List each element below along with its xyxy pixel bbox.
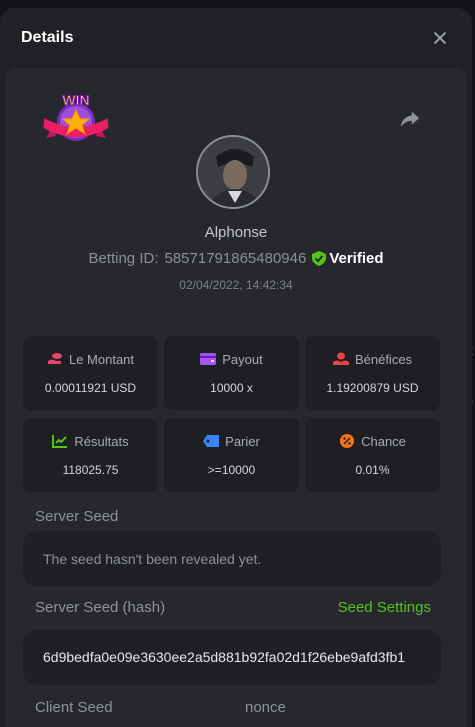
stat-card-payout: Payout 10000 x: [164, 336, 299, 410]
stat-label: Chance: [361, 433, 406, 449]
stat-label: Le Montant: [68, 351, 135, 367]
stat-value: 118025.75: [62, 462, 119, 477]
coins-hand-icon: [47, 353, 62, 364]
ticket-icon: [203, 435, 220, 447]
bet-details-panel: WIN Alphonse Betting ID: 585717918654809…: [5, 68, 467, 727]
stat-card-bet: Parier >=10000: [164, 418, 299, 492]
stat-head: Bénéfices: [332, 351, 413, 367]
server-seed-hash-label: Server Seed (hash): [35, 599, 166, 616]
stat-label: Payout: [222, 351, 263, 367]
stat-label: Résultats: [74, 433, 129, 449]
stat-head: Chance: [339, 434, 406, 449]
stat-head: Parier: [203, 434, 260, 449]
betting-id-label: Betting ID:: [88, 250, 159, 267]
stat-value: 0.01%: [355, 462, 390, 477]
details-modal: Details WIN Alphonse Betting ID: 5857179…: [0, 8, 472, 727]
verified-label: Verified: [329, 250, 384, 267]
wallet-icon: [200, 353, 217, 365]
betting-id-row: Betting ID: 58571791865480946 Verified: [5, 250, 467, 267]
stat-card-chance: Chance 0.01%: [305, 418, 440, 492]
player-name: Alphonse: [204, 224, 268, 241]
stat-head: Payout: [200, 351, 263, 367]
hand-money-icon: [332, 352, 349, 365]
avatar-image: [198, 137, 268, 207]
share-icon[interactable]: [399, 108, 421, 130]
percent-icon: [340, 434, 355, 448]
win-star-badge-icon: WIN: [42, 92, 110, 141]
verified-badge: Verified: [312, 250, 384, 267]
modal-title: Details: [21, 29, 74, 46]
stat-label: Parier: [225, 433, 260, 449]
stat-value: 1.19200879 USD: [326, 380, 419, 395]
server-seed-field: The seed hasn't been revealed yet.: [23, 531, 441, 587]
client-seed-label: Client Seed: [35, 699, 113, 716]
win-badge-text: WIN: [62, 92, 89, 108]
avatar: [196, 135, 270, 209]
stat-card-profit: Bénéfices 1.19200879 USD: [305, 336, 440, 410]
stat-value: 10000 x: [210, 380, 253, 395]
stat-value: 0.00011921 USD: [44, 380, 137, 395]
bet-timestamp: 02/04/2022, 14:42:34: [179, 278, 293, 292]
nonce-label: nonce: [245, 699, 286, 716]
betting-id-value: 58571791865480946: [164, 250, 307, 267]
stat-value: >=10000: [207, 462, 256, 477]
shield-check-icon: [312, 251, 327, 266]
stats-grid: Le Montant 0.00011921 USD Payout 10000 x: [23, 336, 441, 492]
stat-card-amount: Le Montant 0.00011921 USD: [23, 336, 158, 410]
stat-label: Bénéfices: [354, 351, 413, 367]
stat-head: Résultats: [52, 433, 129, 449]
stat-card-results: Résultats 118025.75: [23, 418, 158, 492]
chart-check-icon: [52, 435, 68, 448]
server-seed-label: Server Seed: [35, 508, 119, 525]
seed-settings-link[interactable]: Seed Settings: [338, 599, 431, 616]
server-seed-hash-field[interactable]: 6d9bedfa0e09e3630ee2a5d881b92fa02d1f26eb…: [23, 629, 441, 685]
stat-head: Le Montant: [47, 352, 134, 367]
modal-header: Details: [0, 8, 472, 68]
close-icon[interactable]: [430, 28, 450, 48]
